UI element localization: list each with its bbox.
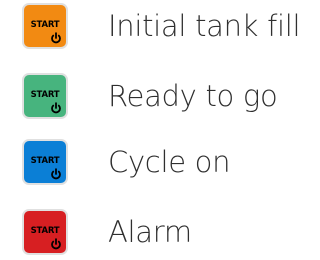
start-button-green[interactable]: START [22,73,68,119]
status-legend: START Initial tank fill START Ready to g… [0,0,313,260]
legend-row-initial-tank-fill: START Initial tank fill [22,1,301,51]
legend-label: Alarm [108,215,192,249]
legend-label: Cycle on [108,145,231,179]
start-button-label: START [30,156,60,166]
legend-label: Ready to go [108,79,278,113]
power-icon [51,168,61,180]
power-icon [51,238,61,250]
legend-row-alarm: START Alarm [22,207,192,257]
legend-row-ready-to-go: START Ready to go [22,71,278,121]
legend-label: Initial tank fill [108,9,301,43]
start-button-orange[interactable]: START [22,3,68,49]
legend-row-cycle-on: START Cycle on [22,137,231,187]
start-button-label: START [30,20,60,30]
power-icon [51,32,61,44]
start-button-label: START [30,90,60,100]
start-button-blue[interactable]: START [22,139,68,185]
start-button-label: START [30,226,60,236]
start-button-red[interactable]: START [22,209,68,255]
power-icon [51,102,61,114]
